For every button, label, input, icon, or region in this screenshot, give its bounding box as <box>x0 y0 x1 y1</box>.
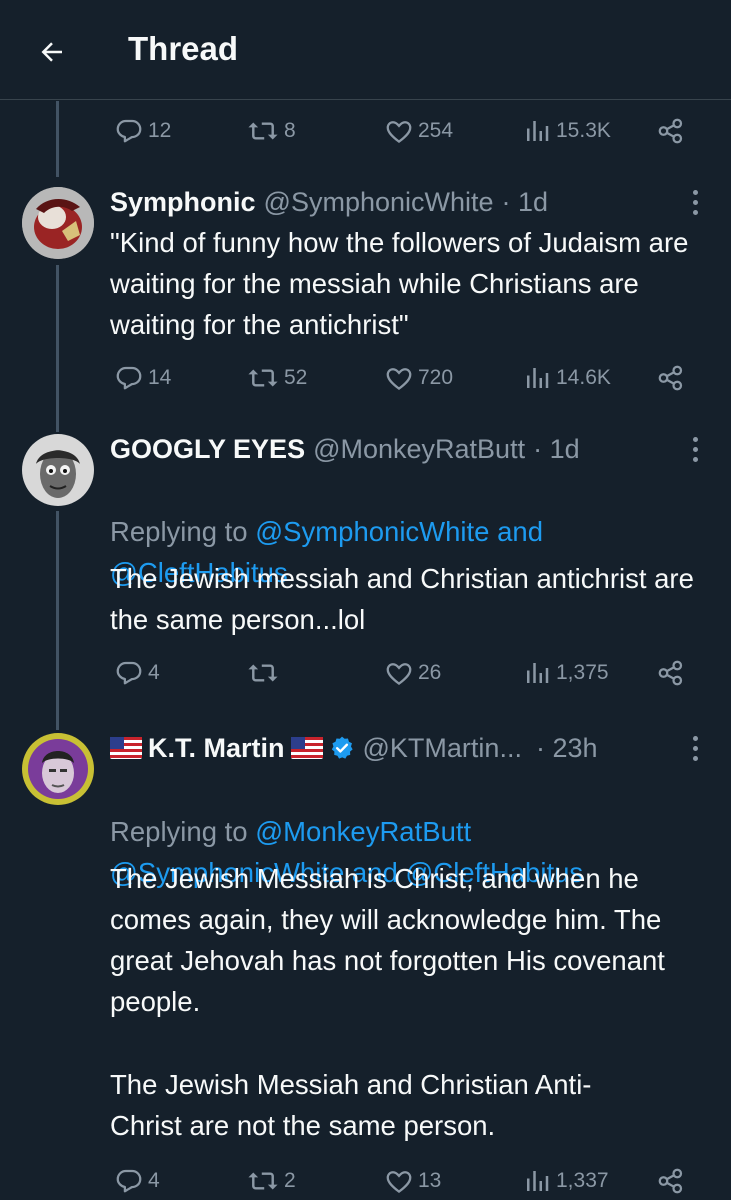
us-flag-icon <box>290 737 323 759</box>
retweet-count: 52 <box>284 366 308 389</box>
share-icon <box>658 118 683 144</box>
tweet-text: "Kind of funny how the followers of Juda… <box>110 227 689 340</box>
tweet-header: Symphonic @SymphonicWhite · 1d <box>110 184 661 220</box>
tweet-header: GOOGLY EYES @MonkeyRatButt · 1d <box>110 431 661 467</box>
retweet-button[interactable]: 8 <box>246 111 296 151</box>
avatar-image <box>22 733 94 805</box>
mention-link[interactable]: @SymphonicWhite <box>255 516 489 547</box>
share-button[interactable] <box>656 111 686 151</box>
retweet-icon <box>248 1172 278 1190</box>
handle[interactable]: @KTMartin... <box>363 733 522 764</box>
reply-icon <box>116 661 142 685</box>
reply-button[interactable]: 4 <box>114 653 160 693</box>
views-button[interactable]: 14.6K <box>522 358 611 398</box>
avatar-image <box>22 434 94 506</box>
share-icon <box>658 660 683 686</box>
like-button[interactable]: 254 <box>384 111 453 151</box>
like-icon <box>386 663 412 686</box>
handle[interactable]: @SymphonicWhite <box>264 187 494 218</box>
tweet-actions: 4 2 13 1,337 <box>110 1161 710 1200</box>
like-button[interactable]: 720 <box>384 358 453 398</box>
reply-count: 4 <box>148 1169 160 1192</box>
views-button[interactable]: 1,375 <box>522 653 609 693</box>
display-name[interactable]: GOOGLY EYES <box>110 434 305 465</box>
prev-tweet-actions: 12 8 254 15.3K <box>110 111 710 151</box>
reply-button[interactable]: 14 <box>114 358 171 398</box>
reply-icon <box>116 366 142 390</box>
reply-count: 4 <box>148 661 160 684</box>
views-count: 15.3K <box>556 119 611 142</box>
tweet-text: The Jewish messiah and Christian antichr… <box>110 563 694 635</box>
display-name[interactable]: K.T. Martin <box>148 733 285 764</box>
timestamp[interactable]: · 1d <box>502 187 549 218</box>
back-arrow-icon <box>41 42 62 62</box>
retweet-icon <box>248 369 278 387</box>
mention-and[interactable]: and <box>489 516 543 547</box>
more-options-button[interactable] <box>685 730 705 766</box>
retweet-count: 2 <box>284 1169 296 1192</box>
retweet-button[interactable]: 2 <box>246 1161 296 1200</box>
like-button[interactable]: 26 <box>384 653 441 693</box>
timestamp[interactable]: · 23h <box>536 733 598 764</box>
verified-badge-icon[interactable] <box>329 735 355 761</box>
share-button[interactable] <box>656 653 686 693</box>
share-icon <box>658 1168 683 1194</box>
share-icon <box>658 365 683 391</box>
views-button[interactable]: 15.3K <box>522 111 611 151</box>
display-name[interactable]: Symphonic <box>110 187 256 218</box>
tweet-text: The Jewish Messiah is Christ, and when h… <box>110 863 665 1017</box>
retweet-icon <box>248 664 278 682</box>
tweet-actions: 4 26 1,375 <box>110 653 710 693</box>
share-button[interactable] <box>656 358 686 398</box>
like-count: 13 <box>418 1169 442 1192</box>
thread-connector <box>56 265 59 432</box>
more-options-button[interactable] <box>685 431 705 467</box>
avatar[interactable] <box>22 733 94 805</box>
us-flag-icon <box>110 737 142 759</box>
like-count: 720 <box>418 366 454 389</box>
views-count: 1,337 <box>556 1169 609 1192</box>
views-count: 1,375 <box>556 661 609 684</box>
retweet-icon <box>248 122 278 140</box>
like-icon <box>386 368 412 391</box>
reply-count: 14 <box>148 366 172 389</box>
replying-to-label: Replying to <box>110 816 256 847</box>
like-count: 26 <box>418 661 442 684</box>
views-icon <box>527 663 549 683</box>
tweet-text: The Jewish Messiah and Christian Anti-Ch… <box>110 1069 592 1141</box>
thread-connector <box>56 511 59 730</box>
thread-header: Thread <box>0 0 731 100</box>
mention-link[interactable]: @MonkeyRatButt <box>255 816 471 847</box>
back-button[interactable] <box>30 30 74 74</box>
like-icon <box>386 121 412 144</box>
like-count: 254 <box>418 119 454 142</box>
retweet-button[interactable] <box>246 653 284 693</box>
replying-to-label: Replying to <box>110 516 256 547</box>
avatar[interactable] <box>22 187 94 259</box>
views-icon <box>527 1171 549 1191</box>
page-title: Thread <box>128 30 239 67</box>
avatar-image <box>22 187 94 259</box>
reply-icon <box>116 119 142 143</box>
views-count: 14.6K <box>556 366 611 389</box>
handle[interactable]: @MonkeyRatButt <box>313 434 525 465</box>
reply-button[interactable]: 12 <box>114 111 171 151</box>
share-button[interactable] <box>656 1161 686 1200</box>
avatar[interactable] <box>22 434 94 506</box>
retweet-count: 8 <box>284 119 296 142</box>
views-icon <box>527 368 549 388</box>
views-button[interactable]: 1,337 <box>522 1161 609 1200</box>
tweet-header: K.T. Martin @KTMartin... · 23h <box>110 730 661 766</box>
reply-count: 12 <box>148 119 172 142</box>
reply-button[interactable]: 4 <box>114 1161 160 1200</box>
timestamp[interactable]: · 1d <box>533 434 580 465</box>
like-button[interactable]: 13 <box>384 1161 441 1200</box>
more-options-button[interactable] <box>685 184 705 220</box>
views-icon <box>527 121 549 141</box>
thread-connector <box>56 101 59 177</box>
retweet-button[interactable]: 52 <box>246 358 307 398</box>
reply-icon <box>116 1169 142 1193</box>
like-icon <box>386 1171 412 1194</box>
tweet-actions: 14 52 720 14.6K <box>110 358 710 398</box>
